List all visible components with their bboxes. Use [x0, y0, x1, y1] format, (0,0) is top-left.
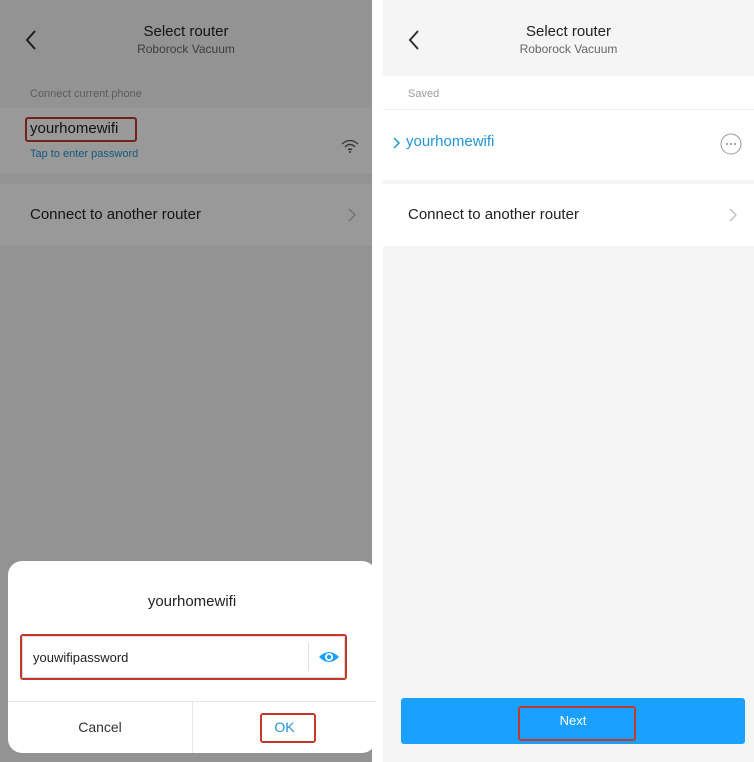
password-dialog: yourhomewifi Cancel OK [8, 561, 376, 753]
ok-button-highlight [260, 713, 316, 743]
page-subtitle: Roborock Vacuum [519, 42, 618, 56]
chevron-right-icon [393, 137, 401, 149]
more-options-icon[interactable] [720, 133, 742, 155]
saved-network-row[interactable]: yourhomewifi [383, 110, 754, 178]
password-field-highlight [20, 634, 347, 680]
next-button-highlight [518, 706, 636, 741]
dialog-title: yourhomewifi [147, 593, 237, 610]
saved-network-name: yourhomewifi [406, 133, 495, 150]
saved-section: Saved yourhomewifi [383, 76, 754, 180]
connect-another-router-label: Connect to another router [408, 206, 579, 223]
page-title: Select router [525, 23, 612, 40]
chevron-right-icon [729, 208, 737, 222]
section-label-saved: Saved [408, 88, 440, 100]
header: Select router Roborock Vacuum [383, 0, 754, 70]
connect-another-router-row[interactable]: Connect to another router [383, 184, 754, 246]
right-screen: Select router Roborock Vacuum Saved your… [383, 0, 754, 762]
cancel-button[interactable]: Cancel [8, 702, 192, 753]
